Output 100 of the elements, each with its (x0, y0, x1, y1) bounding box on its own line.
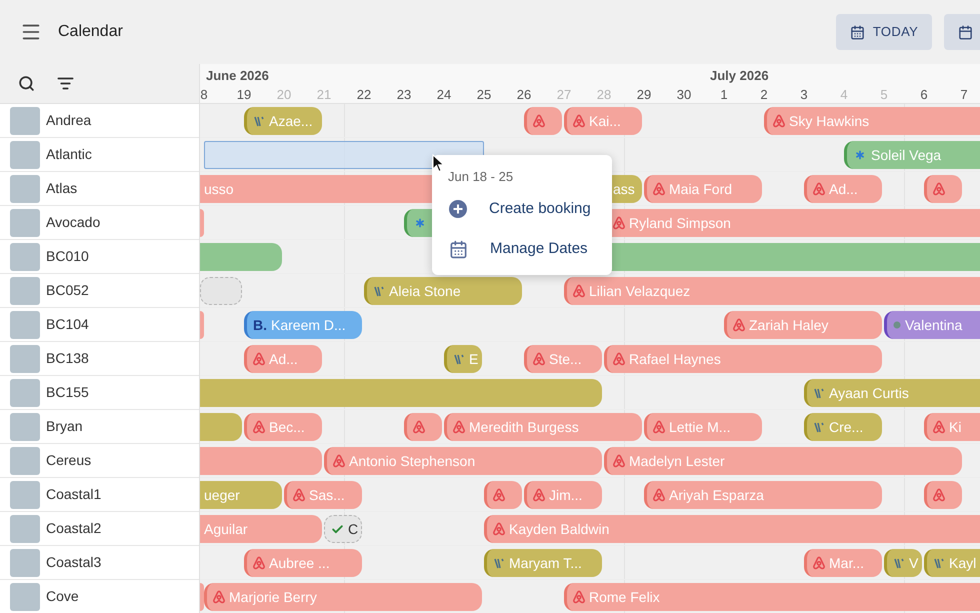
search-button[interactable] (18, 75, 35, 92)
property-row[interactable]: Atlas (0, 172, 199, 206)
property-name: BC052 (46, 281, 89, 300)
guest-name: Azae... (269, 112, 313, 130)
property-row[interactable]: Coastal3 (0, 546, 199, 580)
booking-bar[interactable] (924, 175, 962, 203)
booking-bar[interactable] (924, 481, 962, 509)
property-name: Atlas (46, 179, 78, 198)
slash-logo-icon (453, 353, 465, 365)
property-row[interactable]: BC155 (0, 376, 199, 410)
booking-bar[interactable] (200, 311, 204, 339)
property-row[interactable]: Avocado (0, 206, 199, 240)
guest-name: Ki (949, 418, 962, 436)
booking-bar[interactable]: Marjorie Berry (204, 583, 482, 611)
booking-bar[interactable]: Zariah Haley (724, 311, 882, 339)
booking-bar[interactable]: C (324, 515, 362, 543)
guest-name: Zariah Haley (749, 316, 828, 335)
booking-bar[interactable]: Rafael Haynes (604, 345, 882, 373)
logo-text: B. (253, 318, 267, 332)
booking-bar[interactable]: Antonio Stephenson (324, 447, 602, 475)
booking-bar[interactable]: Soleil Vega (844, 141, 980, 169)
booking-bar[interactable]: Cre... (804, 413, 882, 441)
booking-bar[interactable]: Kayden Baldwin (484, 515, 980, 543)
day-number: 19 (236, 86, 252, 104)
booking-bar[interactable] (404, 413, 442, 441)
guest-name: Ayaan Curtis (829, 384, 909, 403)
property-row[interactable]: Coastal2 (0, 512, 199, 546)
booking-bar[interactable]: Sas... (284, 481, 362, 509)
loop-logo-icon (653, 488, 665, 502)
guest-name: E (469, 350, 478, 368)
slash-logo-icon (253, 115, 265, 127)
booking-bar[interactable] (524, 107, 562, 135)
photo-placeholder (10, 242, 40, 270)
photo-placeholder (10, 446, 40, 474)
booking-bar[interactable]: Ayaan Curtis (804, 379, 980, 407)
calendar-icon (850, 24, 865, 40)
photo-placeholder (10, 140, 40, 168)
property-row[interactable]: BC010 (0, 240, 199, 274)
filter-button[interactable] (57, 75, 74, 92)
property-row[interactable]: BC104 (0, 308, 199, 342)
booking-bar[interactable]: Aubree ... (244, 549, 362, 577)
today-button[interactable]: TODAY (836, 14, 932, 50)
booking-bar[interactable]: ueger (200, 481, 282, 509)
booking-bar[interactable] (484, 481, 522, 509)
booking-bar[interactable]: Kayl (924, 549, 980, 577)
booking-bar[interactable]: Azae... (244, 107, 322, 135)
booking-bar[interactable] (200, 413, 242, 441)
booking-bar[interactable]: Aguilar (200, 515, 322, 543)
booking-bar[interactable]: Ste... (524, 345, 602, 373)
guest-name: Aguilar (204, 520, 248, 539)
property-row[interactable]: Cereus (0, 444, 199, 478)
booking-bar[interactable]: Jim... (524, 481, 602, 509)
booking-bar[interactable]: V (884, 549, 922, 577)
day-number: 23 (396, 86, 412, 104)
property-row[interactable]: BC052 (0, 274, 199, 308)
booking-bar[interactable]: Ad... (804, 175, 882, 203)
loop-logo-icon (533, 114, 545, 128)
booking-bar[interactable] (200, 277, 242, 305)
booking-bar[interactable]: Rome Felix (564, 583, 980, 611)
booking-bar[interactable] (200, 209, 204, 237)
guest-name: Soleil Vega (871, 146, 942, 165)
booking-bar[interactable]: Ki (924, 413, 980, 441)
booking-bar[interactable] (200, 583, 204, 611)
property-row[interactable]: BC138 (0, 342, 199, 376)
guest-name: Maryam T... (509, 554, 582, 573)
guest-name: Lettie M... (669, 418, 730, 436)
booking-bar[interactable]: Ad... (244, 345, 322, 373)
booking-bar[interactable]: Meredith Burgess (444, 413, 642, 441)
day-number: 30 (676, 86, 692, 104)
booking-bar[interactable]: Sky Hawkins (764, 107, 980, 135)
booking-bar[interactable]: Aleia Stone (364, 277, 522, 305)
date-selection[interactable] (204, 141, 484, 169)
booking-bar[interactable]: Maia Ford (644, 175, 762, 203)
property-row[interactable]: Andrea (0, 104, 199, 138)
booking-bar[interactable]: Ariyah Esparza (644, 481, 882, 509)
property-row[interactable]: Bryan (0, 410, 199, 444)
booking-bar[interactable]: Mar... (804, 549, 882, 577)
loop-logo-icon (253, 556, 265, 570)
menu-item[interactable]: Manage Dates (432, 229, 612, 269)
property-row[interactable]: Atlantic (0, 138, 199, 172)
booking-bar[interactable]: Kai... (564, 107, 642, 135)
search-icon (18, 75, 35, 92)
property-name: Coastal2 (46, 519, 102, 538)
property-name: Avocado (46, 213, 100, 232)
booking-bar[interactable]: Valentina (884, 311, 980, 339)
booking-bar[interactable]: Lettie M... (644, 413, 762, 441)
property-row[interactable]: Coastal1 (0, 478, 199, 512)
property-row[interactable]: Cove (0, 580, 199, 613)
booking-bar[interactable]: Madelyn Lester (604, 447, 962, 475)
dot-icon (893, 321, 901, 329)
guest-name: Aubree ... (269, 554, 330, 572)
loop-logo-icon (493, 488, 505, 502)
booking-bar[interactable]: Maryam T... (484, 549, 602, 577)
booking-bar[interactable]: E (444, 345, 482, 373)
page-title: Calendar (58, 22, 123, 42)
loop-logo-icon (613, 454, 625, 468)
booking-bar[interactable]: Bec... (244, 413, 322, 441)
guest-name: Kayl (949, 554, 976, 573)
booking-bar[interactable]: Lilian Velazquez (564, 277, 980, 305)
booking-bar[interactable]: B. Kareem D... (244, 311, 362, 339)
